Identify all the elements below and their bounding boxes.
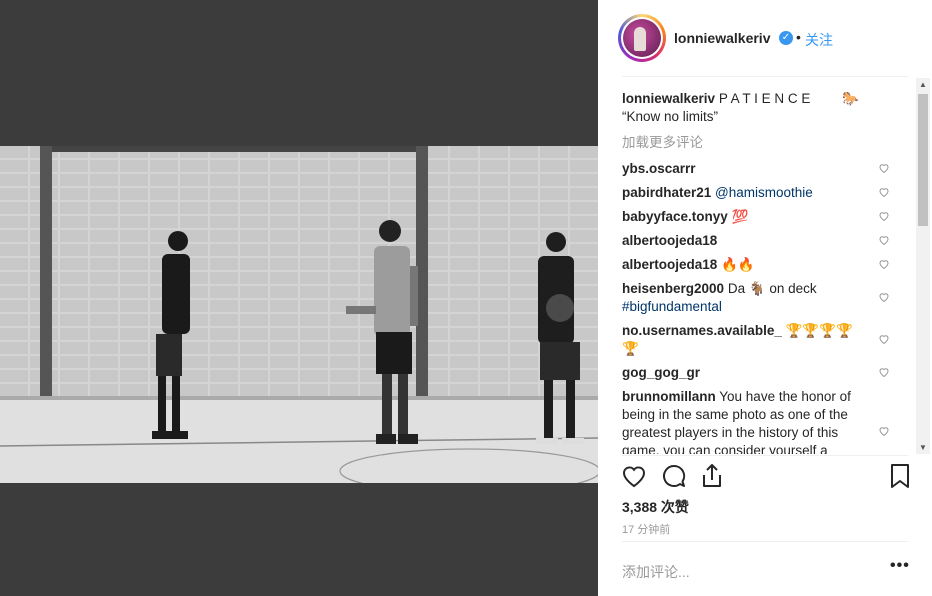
separator-dot: • [796,29,801,45]
heart-icon[interactable] [878,291,890,303]
post-timestamp[interactable]: 17 分钟前 [622,521,670,537]
heart-icon[interactable] [878,210,890,222]
comment-text: Da 🐐 on deck [727,281,817,296]
avatar[interactable] [618,14,666,62]
avatar-frame [621,17,663,59]
comment-item: babyyface.tonyy 💯 [622,208,862,226]
comment-hashtag[interactable]: #bigfundamental [622,299,722,314]
header-divider [622,76,908,77]
comment-username[interactable]: albertoojeda18 [622,233,717,248]
heart-icon[interactable] [878,425,890,437]
scroll-down-icon[interactable]: ▼ [919,443,927,452]
comments-scrollbar[interactable]: ▲ ▼ [916,78,930,454]
bookmark-icon[interactable] [886,462,914,490]
comment-text: 🔥🔥 [721,257,755,272]
post-side-panel: lonniewalkeriv ✓ • 关注 lonniewalkeriv P A… [598,0,932,596]
heart-icon[interactable] [878,258,890,270]
comment-icon[interactable] [660,462,688,490]
comment-item: no.usernames.available_ 🏆🏆🏆🏆 🏆 [622,322,862,358]
heart-icon[interactable] [878,186,890,198]
comment-username[interactable]: brunnomillann [622,389,716,404]
comment-username[interactable]: pabirdhater21 [622,185,711,200]
comment-username[interactable]: ybs.oscarrr [622,161,696,176]
comment-item: pabirdhater21 @hamismoothie [622,184,862,202]
avatar-image [623,19,661,57]
load-more-comments-button[interactable]: 加载更多评论 [622,134,703,152]
heart-icon[interactable] [878,234,890,246]
photo-pane [0,0,598,596]
likes-count[interactable]: 3,388 次赞 [622,497,689,517]
post-photo[interactable] [0,146,598,483]
comment-item: albertoojeda18 🔥🔥 [622,256,862,274]
post-image [0,146,598,483]
caption-line2: “Know no limits” [622,109,719,124]
comment-item: brunnomillann You have the honor of bein… [622,388,862,454]
comment-item: ybs.oscarrr [622,160,862,178]
heart-icon[interactable] [878,162,890,174]
comment-text-2: 🏆 [622,341,639,356]
actions-divider [622,455,908,456]
caption-text: P A T I E N C E [718,91,811,106]
comment-text: 💯 [731,209,749,224]
caption: lonniewalkeriv P A T I E N C E 🐎 “Know n… [622,90,902,126]
comment-username[interactable]: heisenberg2000 [622,281,724,296]
caption-emoji: 🐎 [842,91,859,106]
comment-username[interactable]: babyyface.tonyy [622,209,728,224]
comment-text: 🏆🏆🏆🏆 [785,323,853,338]
comment-username[interactable]: no.usernames.available_ [622,323,782,338]
comments-list[interactable]: lonniewalkeriv P A T I E N C E 🐎 “Know n… [622,78,916,454]
heart-icon[interactable] [878,366,890,378]
scroll-thumb[interactable] [918,94,928,226]
post-header: lonniewalkeriv ✓ • 关注 [598,0,932,77]
add-comment-input[interactable]: 添加评论... [622,562,690,582]
username-link[interactable]: lonniewalkeriv [674,30,770,46]
share-icon[interactable] [698,462,726,490]
heart-icon[interactable] [878,333,890,345]
comment-divider [622,541,908,542]
comment-username[interactable]: gog_gog_gr [622,365,700,380]
comment-item: heisenberg2000 Da 🐐 on deck #bigfundamen… [622,280,862,316]
comment-mention[interactable]: @hamismoothie [715,185,813,200]
comment-username[interactable]: albertoojeda18 [622,257,717,272]
caption-username[interactable]: lonniewalkeriv [622,91,715,106]
heart-icon[interactable] [620,462,648,490]
verified-badge-icon: ✓ [779,31,793,45]
comment-item: gog_gog_gr [622,364,862,382]
scroll-up-icon[interactable]: ▲ [919,80,927,89]
more-options-button[interactable]: ••• [890,557,910,575]
follow-button[interactable]: 关注 [805,30,833,50]
comment-item: albertoojeda18 [622,232,862,250]
